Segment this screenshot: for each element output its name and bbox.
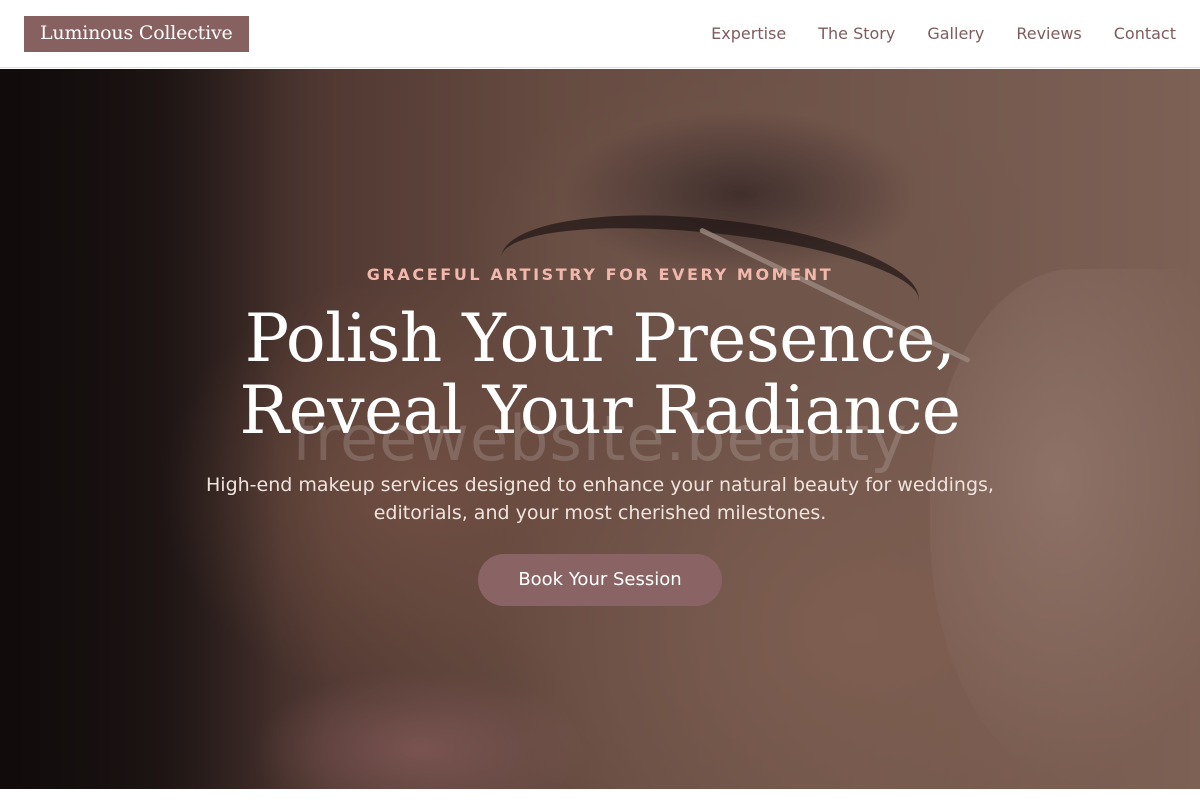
page-bottom-strip xyxy=(0,789,1200,800)
hero-content: GRACEFUL ARTISTRY FOR EVERY MOMENT Polis… xyxy=(0,69,1200,789)
hero-subtitle: High-end makeup services designed to enh… xyxy=(206,474,994,524)
hero-title: Polish Your Presence, Reveal Your Radian… xyxy=(239,300,961,449)
hero-section: freewebsite.beauty GRACEFUL ARTISTRY FOR… xyxy=(0,69,1200,789)
nav-link-reviews[interactable]: Reviews xyxy=(1016,24,1081,44)
nav-link-the-story[interactable]: The Story xyxy=(818,24,895,44)
hero-eyebrow: GRACEFUL ARTISTRY FOR EVERY MOMENT xyxy=(366,265,834,284)
brand-logo[interactable]: Luminous Collective xyxy=(24,15,249,52)
book-session-button[interactable]: Book Your Session xyxy=(478,554,722,606)
nav-link-expertise[interactable]: Expertise xyxy=(711,24,786,44)
nav-link-contact[interactable]: Contact xyxy=(1114,24,1176,44)
nav-link-gallery[interactable]: Gallery xyxy=(927,24,984,44)
site-header: Luminous Collective Expertise The Story … xyxy=(0,0,1200,68)
main-nav: Expertise The Story Gallery Reviews Cont… xyxy=(711,24,1176,44)
